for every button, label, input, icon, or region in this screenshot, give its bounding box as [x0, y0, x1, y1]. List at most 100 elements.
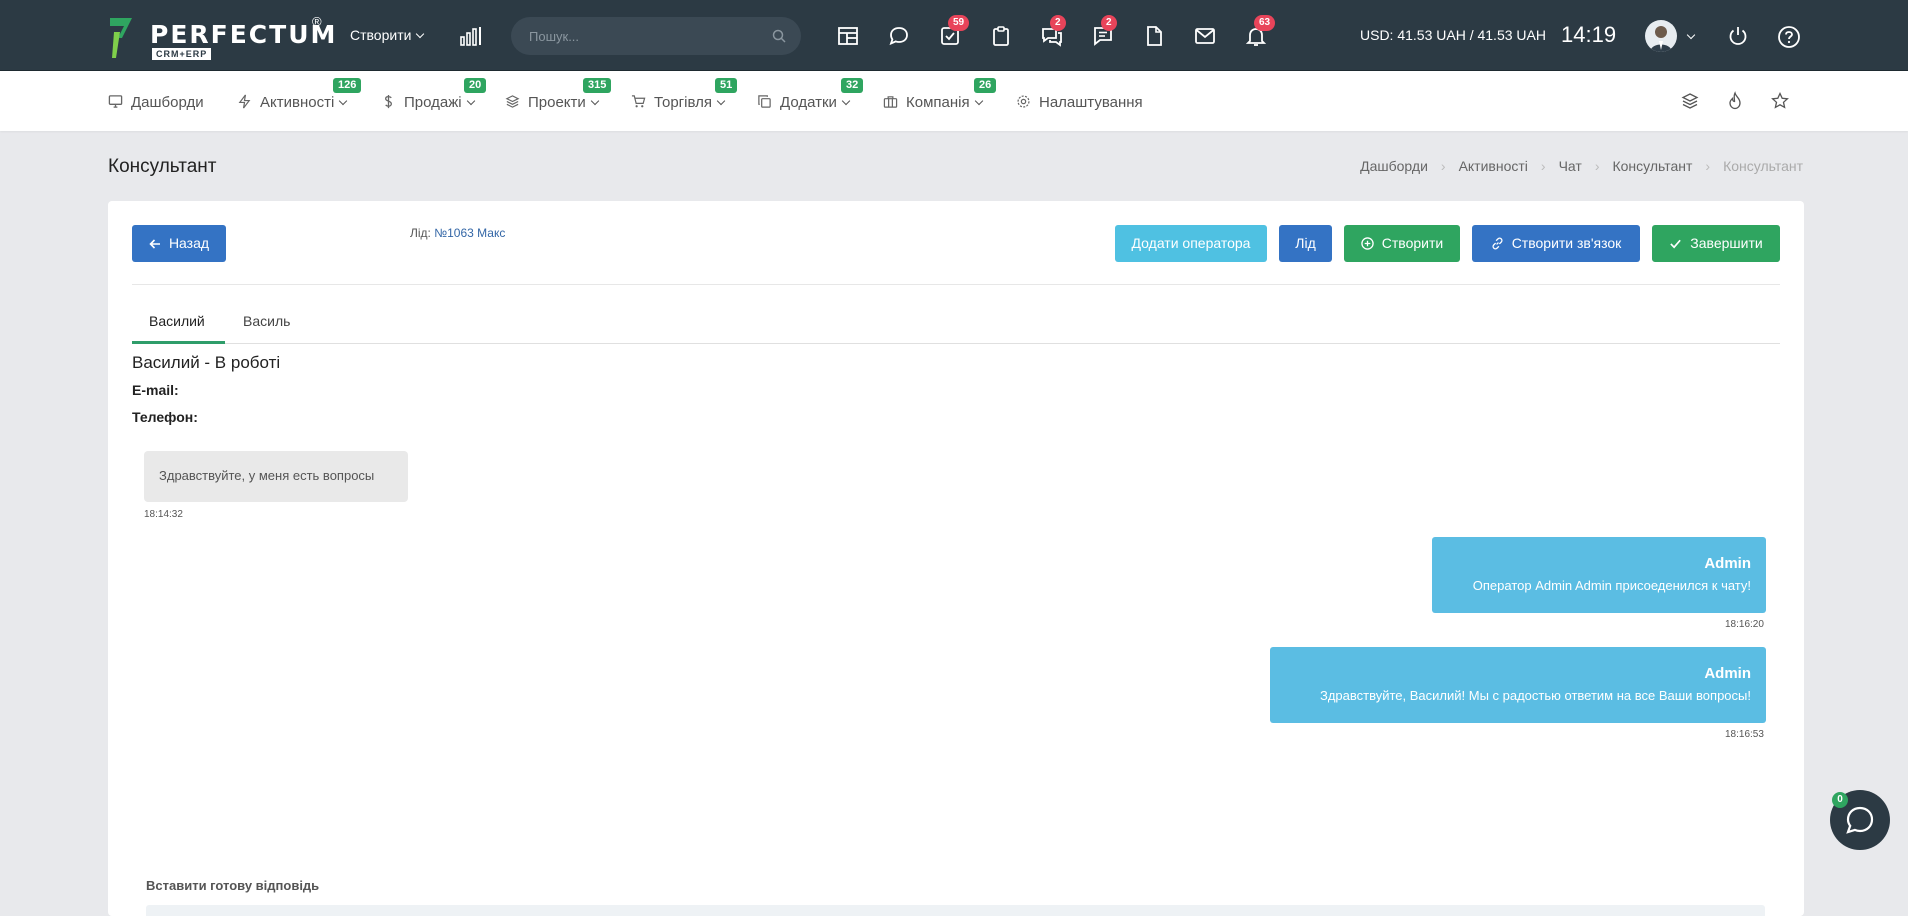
- client-status-heading: Василий - В роботі: [132, 353, 281, 372]
- message-author: Admin: [1704, 555, 1751, 572]
- nav-item-label: Активності: [260, 94, 335, 111]
- active-tab-indicator: [132, 341, 225, 344]
- nav-item-label: Налаштування: [1039, 94, 1143, 111]
- outgoing-message: Admin Здравствуйте, Василий! Мы с радост…: [1270, 647, 1766, 723]
- breadcrumb-chat[interactable]: Чат: [1559, 158, 1582, 174]
- fire-icon[interactable]: [1725, 91, 1745, 111]
- gear-icon: [1017, 95, 1030, 108]
- page-title: Консультант: [108, 156, 217, 177]
- plus-circle-icon: [1361, 237, 1374, 250]
- user-avatar-icon: [1650, 26, 1672, 52]
- back-button[interactable]: Назад: [132, 225, 226, 262]
- briefcase-icon: [883, 96, 898, 108]
- message-time: 18:16:53: [1725, 729, 1764, 740]
- lead-button[interactable]: Лід: [1279, 225, 1332, 262]
- nav-item-settings[interactable]: Налаштування: [1016, 92, 1143, 111]
- clock: 14:19: [1561, 22, 1617, 47]
- layout-icon[interactable]: [836, 24, 860, 48]
- nav-item-label: Компанія: [906, 94, 970, 111]
- copy-icon: [758, 95, 771, 108]
- breadcrumb-dashboards[interactable]: Дашборди: [1360, 158, 1428, 174]
- email-label: E-mail:: [132, 382, 179, 398]
- nav-item-company[interactable]: Компанія 26: [883, 78, 997, 111]
- perfectum-logo[interactable]: PERFECTUM ® CRM+ERP: [108, 14, 335, 62]
- nav-item-addons[interactable]: Додатки 32: [757, 78, 864, 111]
- comments-icon[interactable]: 2: [1040, 15, 1066, 48]
- notifications-count-badge: 63: [1254, 15, 1276, 31]
- chevron-down-icon: [716, 96, 726, 106]
- nav-item-label: Продажі: [404, 94, 462, 111]
- nav-item-label: Проекти: [528, 94, 586, 111]
- clipboard-icon[interactable]: [989, 24, 1013, 48]
- chevron-down-icon: [416, 29, 425, 39]
- chat-widget-button[interactable]: 0: [1830, 790, 1890, 850]
- create-dropdown-label: Створити: [350, 27, 412, 43]
- monitor-icon: [108, 95, 123, 108]
- main-nav: Дашборди Активності 126 Продажі 20 Проек…: [0, 71, 1908, 131]
- create-button[interactable]: Створити: [1344, 225, 1460, 262]
- tabs-divider: [132, 343, 1780, 344]
- search-icon[interactable]: [771, 28, 787, 44]
- layers-stack-icon[interactable]: [1680, 91, 1700, 111]
- trade-count-badge: 51: [715, 78, 738, 93]
- breadcrumb-consultant[interactable]: Консультант: [1612, 158, 1692, 174]
- breadcrumb-activities[interactable]: Активності: [1459, 158, 1528, 174]
- nav-item-trade[interactable]: Торгівля 51: [631, 78, 738, 111]
- lead-prefix: Лід:: [410, 226, 431, 240]
- bell-icon[interactable]: 63: [1244, 15, 1276, 48]
- chevron-down-icon: [590, 96, 600, 106]
- document-icon[interactable]: [1142, 24, 1166, 48]
- create-dropdown[interactable]: Створити: [350, 27, 425, 43]
- logo-registered: ®: [312, 14, 322, 29]
- lightning-icon: [238, 94, 251, 109]
- create-link-label: Створити зв'язок: [1511, 235, 1622, 251]
- create-link-button[interactable]: Створити зв'язок: [1472, 225, 1640, 262]
- message-time: 18:14:32: [144, 509, 183, 520]
- chat-widget-badge: 0: [1832, 792, 1848, 808]
- user-menu-chevron-icon[interactable]: [1686, 28, 1696, 46]
- top-bar: PERFECTUM ® CRM+ERP Створити 59 2 2: [0, 0, 1908, 71]
- chevron-down-icon: [974, 96, 983, 106]
- nav-item-dashboards[interactable]: Дашборди: [108, 92, 204, 111]
- bar-chart-icon[interactable]: [460, 26, 482, 46]
- breadcrumb-current: Консультант: [1723, 158, 1803, 174]
- user-avatar[interactable]: [1645, 20, 1677, 52]
- star-icon[interactable]: [1770, 91, 1790, 111]
- mail-icon[interactable]: [1193, 24, 1217, 48]
- back-button-label: Назад: [168, 235, 210, 251]
- nav-item-projects[interactable]: Проекти 315: [505, 78, 612, 111]
- arrow-left-icon: [149, 239, 160, 249]
- outgoing-message: Admin Оператор Admin Admin присоеденился…: [1432, 537, 1766, 613]
- link-icon: [1492, 237, 1503, 250]
- dollar-icon: [385, 94, 392, 109]
- message-author: Admin: [1704, 665, 1751, 682]
- logo-text: PERFECTUM: [150, 20, 338, 49]
- sales-count-badge: 20: [464, 78, 487, 93]
- tab-vasyl[interactable]: Василь: [243, 313, 290, 329]
- search-input[interactable]: [529, 26, 759, 46]
- lead-link[interactable]: №1063 Макс: [434, 226, 505, 240]
- message-lines-icon[interactable]: 2: [1091, 15, 1117, 48]
- quick-reply-select[interactable]: [146, 905, 1765, 916]
- lead-button-label: Лід: [1295, 235, 1316, 251]
- divider: [132, 284, 1780, 285]
- chevron-down-icon: [841, 96, 851, 106]
- help-icon[interactable]: [1777, 25, 1801, 49]
- search-box: [511, 17, 801, 55]
- chevron-down-icon: [466, 96, 475, 106]
- tab-vasiliy[interactable]: Василий: [149, 313, 205, 329]
- add-operator-label: Додати оператора: [1131, 235, 1251, 251]
- quick-reply-label: Вставити готову відповідь: [146, 878, 320, 893]
- chat-icon[interactable]: [887, 24, 911, 48]
- nav-item-label: Дашборди: [131, 94, 204, 111]
- nav-item-activities[interactable]: Активності 126: [237, 78, 362, 111]
- power-icon[interactable]: [1727, 25, 1749, 47]
- check-icon: [1670, 239, 1682, 249]
- finish-button[interactable]: Завершити: [1652, 225, 1780, 262]
- tasks-count-badge: 59: [948, 15, 970, 31]
- task-check-icon[interactable]: 59: [938, 15, 970, 48]
- cart-icon: [631, 95, 646, 108]
- nav-item-sales[interactable]: Продажі 20: [381, 78, 487, 111]
- message-text: Здравствуйте, Василий! Мы с радостью отв…: [1319, 688, 1751, 703]
- add-operator-button[interactable]: Додати оператора: [1115, 225, 1267, 262]
